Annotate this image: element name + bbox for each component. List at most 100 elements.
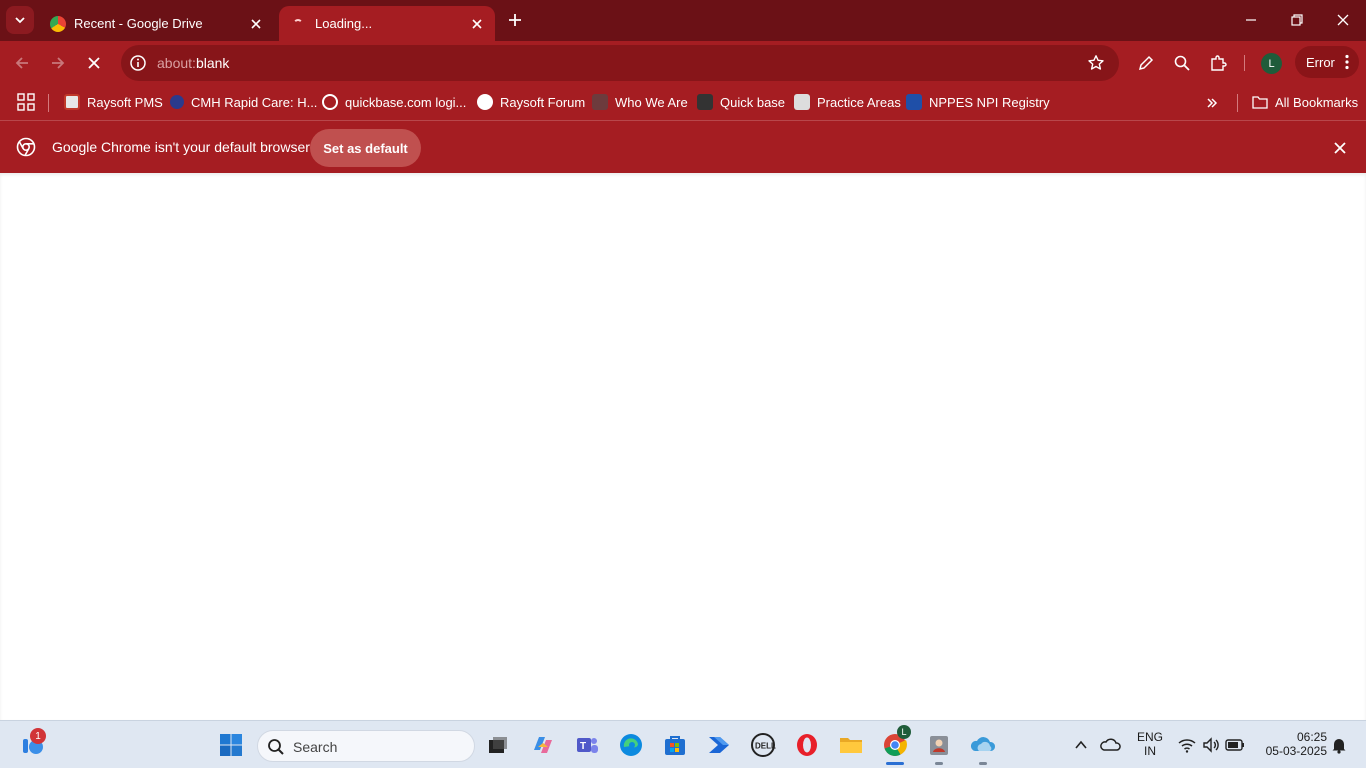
infobar-close-button[interactable] (1330, 138, 1350, 158)
bookmark-label: Quick base (720, 94, 786, 110)
language-indicator[interactable]: ENG IN (1134, 730, 1166, 758)
toolbar-divider (1244, 55, 1245, 71)
minimize-icon (1246, 19, 1256, 21)
weather-app-button[interactable] (967, 729, 999, 761)
default-browser-infobar: Google Chrome isn't your default browser… (0, 120, 1366, 173)
wifi-button[interactable] (1174, 729, 1200, 761)
close-icon (88, 57, 100, 69)
restore-icon (1291, 14, 1303, 26)
close-tab-icon[interactable] (246, 14, 266, 34)
zoom-icon (1174, 55, 1190, 71)
pen-extension-button[interactable] (1135, 52, 1157, 74)
tab-google-drive[interactable]: Recent - Google Drive (38, 6, 274, 41)
battery-button[interactable] (1222, 729, 1248, 761)
running-indicator (979, 762, 987, 765)
extensions-button[interactable] (1207, 52, 1229, 74)
battery-icon (1225, 739, 1244, 751)
taskbar-search[interactable]: Search (257, 730, 475, 762)
set-as-default-button[interactable]: Set as default (310, 129, 421, 167)
bookmark-star-icon[interactable] (1087, 54, 1105, 72)
bookmark-label: Who We Are (615, 94, 688, 110)
edge-button[interactable] (615, 729, 647, 761)
info-icon[interactable] (129, 54, 147, 72)
restore-button[interactable] (1274, 0, 1320, 40)
bookmark-quickbase-login[interactable]: quickbase.com logi... (322, 91, 466, 113)
all-bookmarks-label: All Bookmarks (1275, 94, 1359, 110)
running-indicator (935, 762, 943, 765)
stop-loading-button[interactable] (80, 49, 108, 77)
new-tab-button[interactable] (503, 8, 527, 32)
google-favicon-icon (322, 94, 338, 110)
task-view-button[interactable] (482, 729, 514, 761)
address-bar[interactable]: about:blank (121, 45, 1119, 81)
wifi-icon (1178, 739, 1196, 753)
bookmark-raysoft-pms[interactable]: Raysoft PMS (64, 91, 163, 113)
show-hidden-icons-button[interactable] (1065, 729, 1097, 761)
zoom-button[interactable] (1171, 52, 1193, 74)
more-vert-icon (1345, 54, 1349, 70)
microsoft-store-button[interactable] (659, 729, 691, 761)
language-code: ENG (1136, 730, 1163, 744)
file-explorer-button[interactable] (835, 729, 867, 761)
opera-icon (797, 734, 817, 756)
arrow-left-icon (15, 57, 28, 69)
close-tab-icon[interactable] (467, 14, 487, 34)
cloud-sync-icon (1100, 738, 1121, 751)
contacts-app-button[interactable] (923, 729, 955, 761)
bookmark-label: Raysoft PMS (87, 94, 163, 110)
all-bookmarks-button[interactable]: All Bookmarks (1252, 91, 1358, 113)
back-button[interactable] (8, 49, 36, 77)
teams-icon: T (577, 738, 598, 753)
practice-areas-favicon-icon (794, 94, 810, 110)
profile-error-button[interactable]: Error (1295, 46, 1359, 78)
bookmark-label: NPPES NPI Registry (929, 94, 1050, 110)
arrow-right-icon (52, 57, 65, 69)
bookmark-raysoft-forum[interactable]: Raysoft Forum (477, 91, 585, 113)
close-window-button[interactable] (1320, 0, 1366, 40)
clock-date: 05-03-2025 (1265, 744, 1327, 758)
search-icon (268, 739, 284, 755)
who-we-are-favicon-icon (592, 94, 608, 110)
bookmark-quick-base[interactable]: Quick base (697, 91, 785, 113)
bookmark-nppes-npi-registry[interactable]: NPPES NPI Registry (906, 91, 1050, 113)
dell-icon: DELL (751, 733, 776, 757)
google-drive-favicon-icon (50, 15, 66, 32)
edge-icon (620, 734, 642, 756)
chrome-logo-icon (16, 137, 36, 157)
more-bookmarks-button[interactable] (1202, 93, 1222, 113)
clock[interactable]: 06:25 05-03-2025 (1255, 730, 1327, 758)
tab-title: Loading... (315, 16, 373, 31)
tab-search-button[interactable] (6, 6, 34, 34)
store-icon (665, 736, 685, 755)
chevron-down-icon (15, 17, 25, 24)
bookmark-cmh-rapid-care[interactable]: CMH Rapid Care: H... (170, 91, 317, 113)
volume-button[interactable] (1198, 729, 1224, 761)
address-text[interactable]: about:blank (157, 55, 229, 71)
chrome-active-indicator (886, 762, 904, 765)
clock-time: 06:25 (1296, 730, 1327, 744)
copilot-button[interactable] (527, 729, 559, 761)
close-icon (1337, 14, 1349, 26)
minimize-button[interactable] (1228, 0, 1274, 40)
puzzle-icon (1211, 55, 1227, 71)
apps-grid-icon[interactable] (17, 93, 35, 111)
folder-icon (840, 738, 862, 753)
notification-badge: 1 (30, 728, 46, 744)
power-automate-icon (709, 737, 729, 753)
quickbase-favicon-icon (697, 94, 713, 110)
onedrive-tray-button[interactable] (1095, 729, 1127, 761)
notifications-button[interactable] (1327, 729, 1351, 761)
tab-loading[interactable]: Loading... (279, 6, 495, 41)
power-automate-button[interactable] (703, 729, 735, 761)
bookmark-who-we-are[interactable]: Who We Are (592, 91, 688, 113)
error-label: Error (1306, 54, 1335, 70)
opera-button[interactable] (791, 729, 823, 761)
teams-button[interactable]: T (571, 729, 603, 761)
bookmarks-divider (1237, 94, 1238, 112)
bookmark-practice-areas[interactable]: Practice Areas (794, 91, 901, 113)
dell-button[interactable]: DELL (747, 729, 779, 761)
start-button[interactable] (215, 729, 247, 761)
pen-icon (1138, 55, 1154, 71)
forward-button[interactable] (44, 49, 72, 77)
profile-avatar[interactable]: L (1261, 53, 1282, 74)
